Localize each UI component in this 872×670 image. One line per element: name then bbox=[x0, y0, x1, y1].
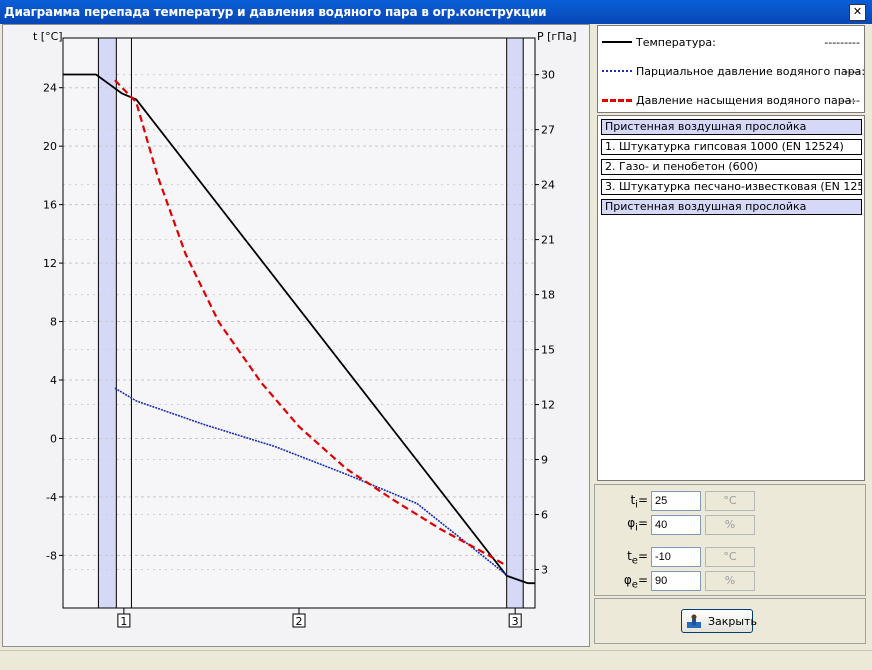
section-marker-label: 3 bbox=[512, 615, 519, 628]
person-exit-icon bbox=[687, 614, 701, 628]
phii-input[interactable] bbox=[651, 515, 701, 535]
section-marker-label: 2 bbox=[296, 615, 303, 628]
te-unit: °C bbox=[705, 547, 755, 567]
status-bar bbox=[0, 650, 872, 670]
y-tick-label: -8 bbox=[46, 549, 57, 562]
te-input[interactable] bbox=[651, 547, 701, 567]
layer-item-3[interactable]: 3. Штукатурка песчано-известковая (EN 12… bbox=[601, 179, 862, 195]
close-button-label: Закрыть bbox=[708, 615, 757, 628]
y2-tick-label: 27 bbox=[541, 124, 555, 137]
ti-input[interactable] bbox=[651, 491, 701, 511]
y2-tick-label: 12 bbox=[541, 399, 555, 412]
te-subscript: e bbox=[631, 555, 638, 567]
y-tick-label: 12 bbox=[43, 257, 57, 270]
phie-subscript: e bbox=[631, 579, 638, 591]
layers-list: Пристенная воздушная прослойка 1. Штукат… bbox=[597, 115, 865, 481]
window-close-button[interactable]: ✕ bbox=[849, 4, 866, 21]
layer-item-1[interactable]: 1. Штукатурка гипсовая 1000 (EN 12524) bbox=[601, 139, 862, 155]
y-tick-label: 0 bbox=[50, 432, 57, 445]
y2-axis-label: P [гПа] bbox=[537, 30, 577, 43]
y-tick-label: 4 bbox=[50, 374, 57, 387]
inner-air-layer bbox=[98, 38, 117, 608]
window-title: Диаграмма перепада температур и давления… bbox=[4, 5, 547, 19]
legend-value: ----- bbox=[840, 94, 860, 107]
y2-tick-label: 9 bbox=[541, 454, 548, 467]
y2-tick-label: 18 bbox=[541, 289, 555, 302]
layer-item-inner-air[interactable]: Пристенная воздушная прослойка bbox=[601, 119, 862, 135]
legend-swatch-partial-pressure bbox=[602, 70, 632, 72]
chart-panel: 24 20 16 12 8 4 0 -4 -8 30 27 24 21 18 15 12 9 6 3 t [°C] P … bbox=[2, 24, 590, 647]
y-tick-label: 16 bbox=[43, 199, 57, 212]
y-tick-label: 8 bbox=[50, 316, 57, 329]
y-tick-label: 24 bbox=[43, 82, 57, 95]
legend-item-temperature: Температура: --------- bbox=[598, 34, 866, 50]
y2-tick-label: 6 bbox=[541, 509, 548, 522]
legend-value: ---- bbox=[844, 65, 860, 78]
y2-tick-label: 24 bbox=[541, 179, 555, 192]
phie-label: φe= bbox=[623, 573, 648, 591]
legend-label: Давление насыщения водяного пара: bbox=[636, 94, 856, 107]
y-tick-label: -4 bbox=[46, 491, 57, 504]
y2-tick-label: 30 bbox=[541, 69, 555, 82]
phii-subscript: i bbox=[635, 522, 638, 534]
layer-item-outer-air[interactable]: Пристенная воздушная прослойка bbox=[601, 199, 862, 215]
layer-item-2[interactable]: 2. Газо- и пенобетон (600) bbox=[601, 159, 862, 175]
phie-unit: % bbox=[705, 571, 755, 591]
legend-value: --------- bbox=[824, 36, 860, 49]
temperature-pressure-chart: 24201612840-4-830272421181512963t [°C] P … bbox=[3, 25, 589, 646]
legend-swatch-temperature bbox=[602, 41, 632, 43]
te-label: te= bbox=[627, 549, 648, 567]
outer-air-layer bbox=[506, 38, 524, 608]
legend-label: Температура: bbox=[636, 36, 716, 49]
title-bar: Диаграмма перепада температур и давления… bbox=[0, 0, 872, 24]
y-tick-label: 20 bbox=[43, 140, 57, 153]
section-marker-label: 1 bbox=[120, 615, 127, 628]
close-button[interactable]: Закрыть bbox=[681, 609, 757, 633]
legend: Температура: --------- Парциальное давле… bbox=[597, 25, 865, 113]
phie-input[interactable] bbox=[651, 571, 701, 591]
y-axis-label: t [°C] bbox=[33, 30, 63, 43]
y2-tick-label: 15 bbox=[541, 344, 555, 357]
y2-tick-label: 21 bbox=[541, 234, 555, 247]
y2-tick-label: 3 bbox=[541, 564, 548, 577]
ti-subscript: i bbox=[635, 499, 638, 511]
legend-label: Парциальное давление водяного пара: bbox=[636, 65, 866, 78]
ti-unit: °C bbox=[705, 491, 755, 511]
phii-symbol: φ bbox=[627, 516, 636, 530]
legend-item-partial-pressure: Парциальное давление водяного пара: ---- bbox=[598, 63, 866, 79]
phie-symbol: φ bbox=[623, 573, 632, 587]
legend-swatch-saturation-pressure bbox=[602, 99, 632, 102]
legend-item-saturation-pressure: Давление насыщения водяного пара: ----- bbox=[598, 92, 866, 108]
ti-label: ti= bbox=[630, 493, 648, 511]
phii-label: φi= bbox=[627, 516, 648, 534]
phii-unit: % bbox=[705, 515, 755, 535]
